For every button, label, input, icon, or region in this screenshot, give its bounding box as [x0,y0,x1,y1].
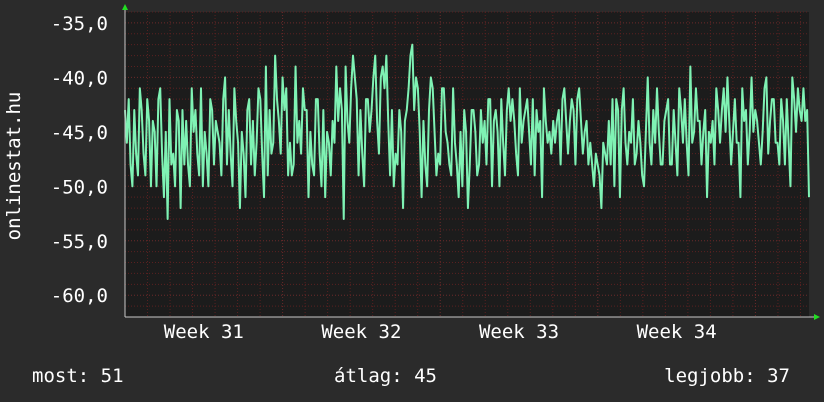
current-value-label: most: 51 [32,365,124,387]
x-tick-label: Week 31 [164,321,244,343]
best-value-label: legjobb: 37 [664,365,790,387]
x-tick-label: Week 33 [479,321,559,343]
y-axis-label: onlinestat.hu [3,92,25,241]
x-tick-label: Week 32 [321,321,401,343]
average-value-label: átlag: 45 [334,365,437,387]
x-axis-arrow-icon [814,314,820,320]
y-tick-label: -55,0 [51,231,108,253]
y-tick-label: -40,0 [51,67,108,89]
x-tick-label: Week 34 [637,321,717,343]
y-tick-label: -35,0 [51,13,108,35]
y-tick-label: -50,0 [51,176,108,198]
x-axis-ticks: Week 31 Week 32 Week 33 Week 34 [164,321,717,343]
line-chart: -35,0-40,0-45,0-50,0-55,0-60,0 Week 31 We… [3,4,820,387]
y-axis-ticks: -35,0 -40,0 -45,0 -50,0 -55,0 -60,0 [51,13,108,307]
y-axis-arrow-icon [122,4,128,10]
y-tick-label: -45,0 [51,122,108,144]
y-tick-label: -60,0 [51,285,108,307]
